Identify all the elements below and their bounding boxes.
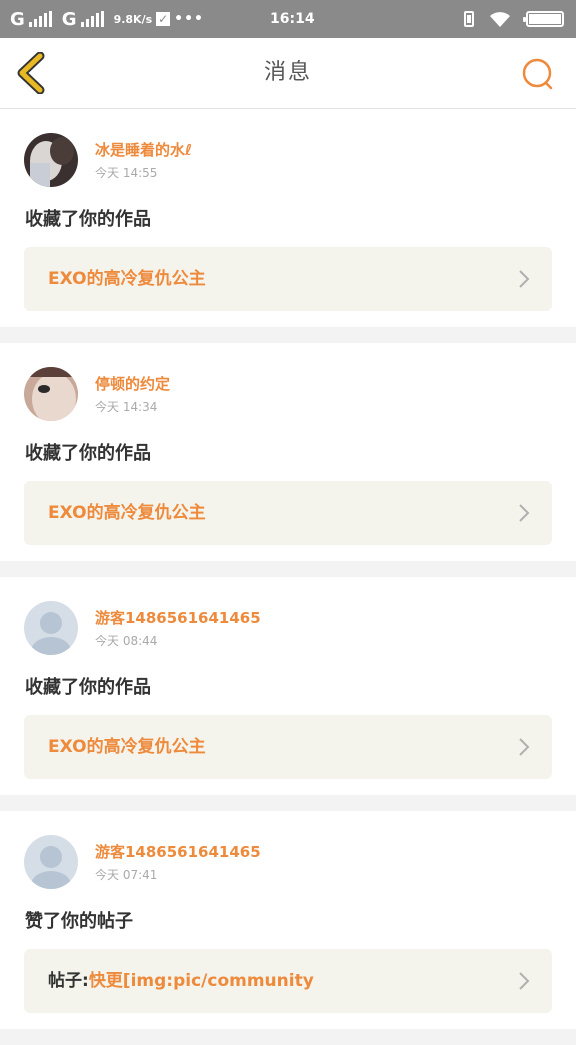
message-card: 冰是睡着的水ℓ 今天 14:55 收藏了你的作品 EXO的高冷复仇公主 [0, 109, 576, 327]
default-avatar-icon [24, 835, 78, 889]
signal-icon-2 [80, 11, 104, 27]
avatar[interactable] [24, 601, 78, 655]
page-title: 消息 [263, 60, 312, 85]
timestamp: 今天 14:34 [95, 400, 158, 414]
avatar[interactable] [24, 133, 78, 187]
target-title: 帖子:快更[img:pic/community [48, 949, 314, 1013]
status-bar: G G 9.8K/s ✓ ••• 16:14 [0, 0, 576, 38]
timestamp: 今天 08:44 [95, 634, 158, 648]
chevron-right-icon [519, 504, 530, 522]
message-list: 冰是睡着的水ℓ 今天 14:55 收藏了你的作品 EXO的高冷复仇公主 停顿的约… [0, 109, 576, 1045]
chevron-right-icon [519, 738, 530, 756]
target-title: EXO的高冷复仇公主 [48, 247, 206, 311]
search-icon [522, 58, 553, 90]
timestamp: 今天 14:55 [95, 166, 158, 180]
battery-icon [523, 11, 564, 27]
action-text: 赞了你的帖子 [25, 911, 133, 932]
carrier-label: G [10, 8, 25, 30]
message-card: 游客1486561641465 今天 08:44 收藏了你的作品 EXO的高冷复… [0, 577, 576, 795]
network-speed: 9.8K/s [113, 12, 153, 26]
target-link[interactable]: EXO的高冷复仇公主 [24, 481, 552, 545]
avatar[interactable] [24, 367, 78, 421]
checkbox-icon: ✓ [156, 12, 171, 26]
search-button[interactable] [520, 56, 556, 92]
default-avatar-icon [24, 601, 78, 655]
target-title: EXO的高冷复仇公主 [48, 481, 206, 545]
more-notifications-icon: ••• [174, 11, 204, 27]
target-name: EXO的高冷复仇公主 [48, 269, 206, 289]
target-title: EXO的高冷复仇公主 [48, 715, 206, 779]
charging-icon [464, 11, 474, 27]
target-name: EXO的高冷复仇公主 [48, 737, 206, 757]
target-link[interactable]: EXO的高冷复仇公主 [24, 715, 552, 779]
username[interactable]: 游客1486561641465 [95, 607, 261, 628]
wifi-icon [488, 10, 512, 28]
chevron-right-icon [519, 972, 530, 990]
action-text: 收藏了你的作品 [25, 209, 151, 230]
username[interactable]: 停顿的约定 [95, 373, 170, 394]
avatar[interactable] [24, 835, 78, 889]
username[interactable]: 冰是睡着的水ℓ [95, 139, 192, 160]
username[interactable]: 游客1486561641465 [95, 841, 261, 862]
nav-bar: 消息 [0, 38, 576, 109]
target-name: EXO的高冷复仇公主 [48, 503, 206, 523]
clock: 16:14 [270, 11, 315, 27]
action-text: 收藏了你的作品 [25, 443, 151, 464]
message-card: 游客1486561641465 今天 07:41 赞了你的帖子 帖子:快更[im… [0, 811, 576, 1029]
action-text: 收藏了你的作品 [25, 677, 151, 698]
target-link[interactable]: EXO的高冷复仇公主 [24, 247, 552, 311]
signal-icon [28, 11, 52, 27]
target-prefix: 帖子: [48, 971, 89, 991]
message-card: 停顿的约定 今天 14:34 收藏了你的作品 EXO的高冷复仇公主 [0, 343, 576, 561]
timestamp: 今天 07:41 [95, 868, 158, 882]
target-name: 快更[img:pic/community [88, 971, 314, 991]
carrier-label-2: G [61, 8, 77, 30]
target-link[interactable]: 帖子:快更[img:pic/community [24, 949, 552, 1013]
chevron-right-icon [519, 270, 530, 288]
